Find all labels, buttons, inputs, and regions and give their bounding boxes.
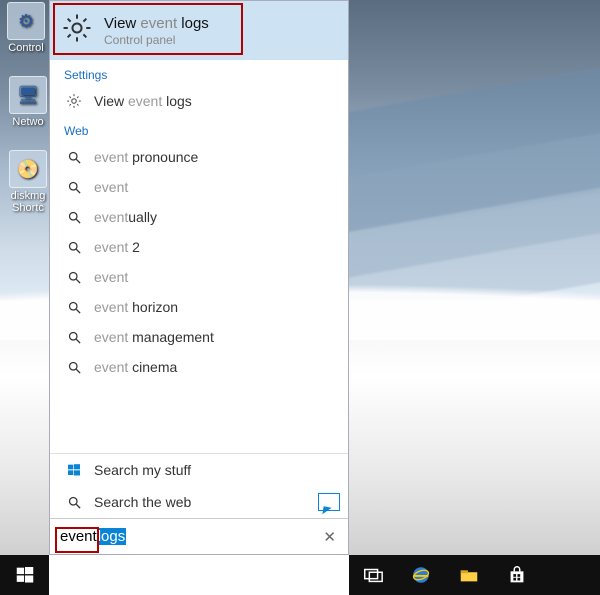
web-result[interactable]: event cinema <box>50 352 348 382</box>
desktop-icon-control[interactable]: ⚙ Control <box>0 2 52 54</box>
web-result[interactable]: event <box>50 262 348 292</box>
search-my-stuff[interactable]: Search my stuff <box>50 454 348 486</box>
best-match-result[interactable]: View event logs Control panel <box>50 1 348 60</box>
file-explorer-button[interactable] <box>445 555 493 595</box>
windows-icon <box>64 462 84 478</box>
best-match-text: View event logs Control panel <box>104 15 209 47</box>
search-bottom-actions: Search my stuff Search the web <box>50 453 348 518</box>
taskbar <box>0 555 600 595</box>
web-result[interactable]: event management <box>50 322 348 352</box>
search-icon <box>64 270 84 285</box>
taskbar-search-slot <box>49 555 349 595</box>
web-result-text: event <box>94 269 128 285</box>
search-autocomplete-selection: logs <box>97 528 127 545</box>
web-result[interactable]: event 2 <box>50 232 348 262</box>
web-result-text: event horizon <box>94 299 178 315</box>
search-typed-text: event <box>60 528 97 545</box>
search-icon <box>64 240 84 255</box>
disk-icon: 📀 <box>9 150 47 188</box>
search-my-stuff-label: Search my stuff <box>94 462 191 478</box>
web-result[interactable]: event horizon <box>50 292 348 322</box>
result-prefix: View <box>94 93 128 109</box>
desktop-icon-network[interactable]: 🖥 Netwo <box>2 76 54 128</box>
best-match-query-match: event <box>140 15 177 32</box>
web-result[interactable]: eventually <box>50 202 348 232</box>
search-input[interactable]: event logs ✕ <box>50 518 348 554</box>
desktop-icon-diskmgmt[interactable]: 📀 diskmg Shortc <box>2 150 54 214</box>
search-icon <box>64 150 84 165</box>
feedback-icon[interactable] <box>318 493 340 511</box>
result-suffix: logs <box>162 93 192 109</box>
web-result-text: eventually <box>94 209 157 225</box>
search-icon <box>64 300 84 315</box>
result-query-match: event <box>128 93 162 109</box>
desktop-icon-label: Netwo <box>2 116 54 128</box>
settings-result[interactable]: View event logs <box>50 86 348 116</box>
web-result-text: event 2 <box>94 239 140 255</box>
web-result[interactable]: event pronounce <box>50 142 348 172</box>
web-result-text: event management <box>94 329 214 345</box>
web-result-text: event <box>94 179 128 195</box>
web-result-text: event cinema <box>94 359 177 375</box>
start-button[interactable] <box>0 555 49 595</box>
task-view-button[interactable] <box>349 555 397 595</box>
gear-icon <box>60 11 94 50</box>
search-results-panel: View event logs Control panel Settings V… <box>49 0 349 555</box>
search-icon <box>64 330 84 345</box>
internet-explorer-button[interactable] <box>397 555 445 595</box>
web-result[interactable]: event <box>50 172 348 202</box>
clear-icon[interactable]: ✕ <box>319 528 340 546</box>
best-match-subtitle: Control panel <box>104 33 209 47</box>
control-panel-icon: ⚙ <box>7 2 45 40</box>
section-label-settings: Settings <box>50 60 348 86</box>
network-icon: 🖥 <box>9 76 47 114</box>
search-icon <box>64 495 84 510</box>
section-label-web: Web <box>50 116 348 142</box>
search-icon <box>64 180 84 195</box>
search-icon <box>64 360 84 375</box>
web-result-text: event pronounce <box>94 149 198 165</box>
search-icon <box>64 210 84 225</box>
search-the-web-label: Search the web <box>94 494 191 510</box>
search-the-web[interactable]: Search the web <box>50 486 348 518</box>
desktop-icon-label: Control <box>0 42 52 54</box>
gear-icon <box>64 92 84 110</box>
store-button[interactable] <box>493 555 541 595</box>
best-match-suffix: logs <box>177 15 209 32</box>
desktop-icon-label: diskmg Shortc <box>2 190 54 214</box>
best-match-prefix: View <box>104 15 140 32</box>
